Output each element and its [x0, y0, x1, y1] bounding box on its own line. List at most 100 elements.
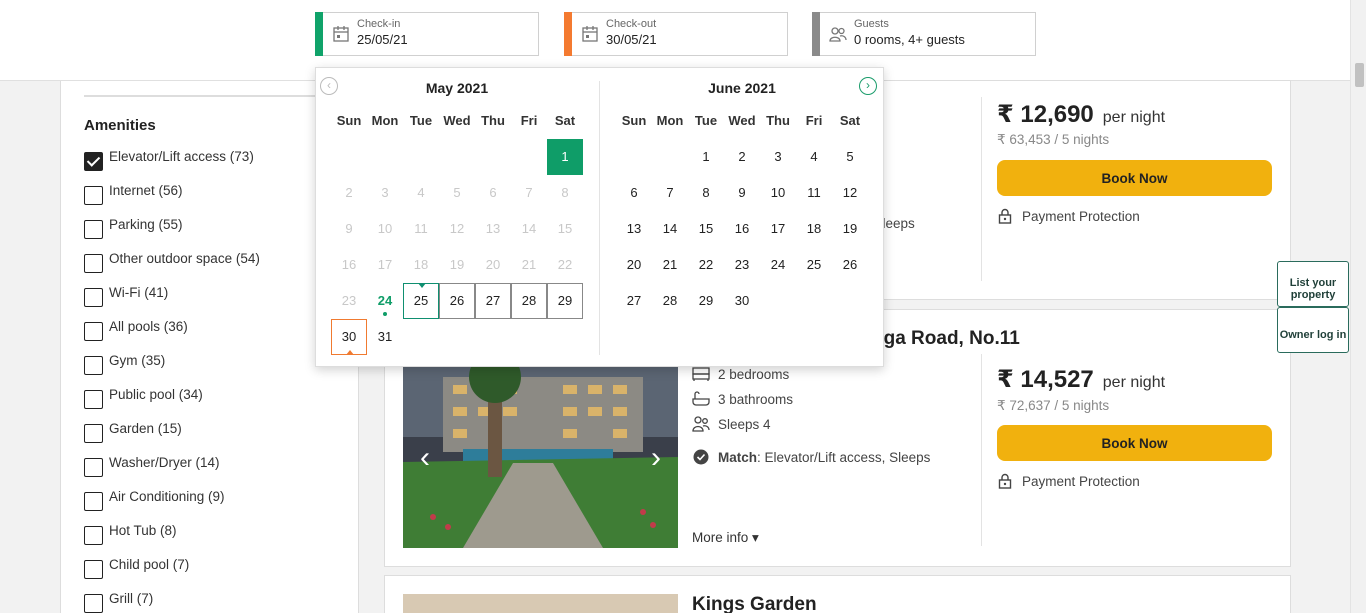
- amenity-filter[interactable]: Wi-Fi (41): [84, 285, 168, 307]
- amenity-filter[interactable]: Grill (7): [84, 591, 153, 613]
- amenity-filter[interactable]: Public pool (34): [84, 387, 203, 409]
- amenity-filter[interactable]: Elevator/Lift access (73): [84, 149, 254, 171]
- amenity-checkbox[interactable]: [84, 186, 103, 205]
- amenity-checkbox[interactable]: [84, 492, 103, 511]
- calendar-day[interactable]: 23: [724, 247, 760, 283]
- book-now-button[interactable]: Book Now: [997, 160, 1272, 196]
- calendar-day[interactable]: 9: [724, 175, 760, 211]
- checkout-field[interactable]: Check-out 30/05/21: [564, 12, 788, 56]
- calendar-day[interactable]: 13: [616, 211, 652, 247]
- weekday-header: Sun: [336, 113, 362, 128]
- amenity-filter[interactable]: Internet (56): [84, 183, 183, 205]
- listing-title[interactable]: Kings Garden: [692, 594, 817, 613]
- calendar-day[interactable]: 6: [616, 175, 652, 211]
- calendar-day[interactable]: 28: [652, 283, 688, 319]
- calendar-day[interactable]: 18: [796, 211, 832, 247]
- book-now-button[interactable]: Book Now: [997, 425, 1272, 461]
- calendar-day[interactable]: 1: [547, 139, 583, 175]
- weekday-header: Sat: [554, 113, 576, 128]
- weekday-header: Fri: [520, 113, 538, 128]
- calendar-day[interactable]: 5: [832, 139, 868, 175]
- listing-photo[interactable]: [403, 594, 678, 613]
- guests-field[interactable]: Guests 0 rooms, 4+ guests: [812, 12, 1036, 56]
- calendar-day: 9: [345, 221, 353, 236]
- amenity-filter[interactable]: Washer/Dryer (14): [84, 455, 220, 477]
- match-label: Match: [718, 449, 758, 465]
- payment-protection[interactable]: Payment Protection: [997, 208, 1140, 224]
- listing-photo[interactable]: ‹ ›: [403, 351, 678, 548]
- amenity-checkbox[interactable]: [84, 594, 103, 613]
- divider: [981, 97, 982, 281]
- calendar-day[interactable]: 1: [688, 139, 724, 175]
- amenity-checkbox[interactable]: [84, 152, 103, 171]
- amenity-label: Air Conditioning (9): [109, 489, 225, 504]
- calendar-day[interactable]: 30: [724, 283, 760, 319]
- calendar-day[interactable]: 14: [652, 211, 688, 247]
- payment-protection[interactable]: Payment Protection: [997, 473, 1140, 489]
- list-property-button[interactable]: List your property: [1277, 261, 1349, 307]
- calendar-day[interactable]: 26: [832, 247, 868, 283]
- page-scrollbar[interactable]: [1350, 0, 1366, 613]
- calendar-day[interactable]: 31: [367, 319, 403, 355]
- amenity-filter[interactable]: Garden (15): [84, 421, 182, 443]
- guests-icon: [829, 27, 847, 42]
- calendar-day[interactable]: 19: [832, 211, 868, 247]
- calendar-day[interactable]: 17: [760, 211, 796, 247]
- calendar-day: 15: [557, 221, 573, 236]
- guests-label: Guests: [854, 18, 889, 30]
- calendar-day[interactable]: 25: [403, 283, 439, 319]
- weekday-header: Tue: [409, 113, 433, 128]
- calendar-day[interactable]: 25: [796, 247, 832, 283]
- amenity-filter[interactable]: Gym (35): [84, 353, 165, 375]
- listing-title[interactable]: nga Road, No.11: [872, 328, 1020, 350]
- calendar-day[interactable]: 27: [616, 283, 652, 319]
- amenity-checkbox[interactable]: [84, 322, 103, 341]
- calendar-day[interactable]: 8: [688, 175, 724, 211]
- calendar-day[interactable]: 4: [796, 139, 832, 175]
- calendar-day[interactable]: 29: [688, 283, 724, 319]
- calendar-day: 21: [521, 257, 537, 272]
- weekday-header: Sun: [621, 113, 647, 128]
- amenity-filter[interactable]: Parking (55): [84, 217, 183, 239]
- calendar-day[interactable]: 2: [724, 139, 760, 175]
- amenity-checkbox[interactable]: [84, 390, 103, 409]
- calendar-day[interactable]: 16: [724, 211, 760, 247]
- amenity-checkbox[interactable]: [84, 560, 103, 579]
- amenity-filter[interactable]: Air Conditioning (9): [84, 489, 225, 511]
- amenity-filter[interactable]: All pools (36): [84, 319, 188, 341]
- amenity-checkbox[interactable]: [84, 288, 103, 307]
- amenity-checkbox[interactable]: [84, 526, 103, 545]
- calendar-day[interactable]: 10: [760, 175, 796, 211]
- calendar-day[interactable]: 11: [796, 175, 832, 211]
- calendar-day[interactable]: 28: [511, 283, 547, 319]
- photo-prev-button[interactable]: ‹: [403, 436, 447, 480]
- owner-login-button[interactable]: Owner log in: [1277, 307, 1349, 353]
- amenity-checkbox[interactable]: [84, 458, 103, 477]
- more-info-link[interactable]: More info ▾: [692, 530, 759, 546]
- calendar-day[interactable]: 7: [652, 175, 688, 211]
- amenity-checkbox[interactable]: [84, 254, 103, 273]
- calendar-day[interactable]: 21: [652, 247, 688, 283]
- weekday-header: Wed: [728, 113, 756, 128]
- scrollbar-thumb[interactable]: [1355, 63, 1364, 87]
- amenity-filter[interactable]: Other outdoor space (54): [84, 251, 260, 273]
- calendar-day[interactable]: 26: [439, 283, 475, 319]
- calendar-day[interactable]: 24: [367, 283, 403, 319]
- calendar-day[interactable]: 20: [616, 247, 652, 283]
- amenity-checkbox[interactable]: [84, 356, 103, 375]
- amenity-checkbox[interactable]: [84, 424, 103, 443]
- calendar-day[interactable]: 3: [760, 139, 796, 175]
- calendar-day[interactable]: 12: [832, 175, 868, 211]
- amenity-checkbox[interactable]: [84, 220, 103, 239]
- amenity-filter[interactable]: Child pool (7): [84, 557, 189, 579]
- calendar-day[interactable]: 22: [688, 247, 724, 283]
- amenity-filter[interactable]: Hot Tub (8): [84, 523, 177, 545]
- calendar-day[interactable]: 24: [760, 247, 796, 283]
- calendar-day[interactable]: 15: [688, 211, 724, 247]
- calendar-day[interactable]: 27: [475, 283, 511, 319]
- photo-next-button[interactable]: ›: [634, 436, 678, 480]
- calendar-day[interactable]: 30: [331, 319, 367, 355]
- calendar-day[interactable]: 29: [547, 283, 583, 319]
- payment-protection-label: Payment Protection: [1022, 208, 1140, 224]
- checkin-field[interactable]: Check-in 25/05/21: [315, 12, 539, 56]
